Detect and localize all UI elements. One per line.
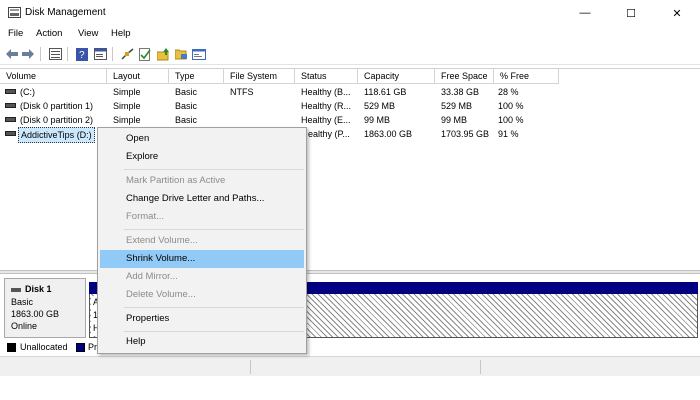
legend-unallocated-label: Unallocated (20, 342, 68, 352)
table-row[interactable]: (Disk 0 partition 2) Simple Basic Health… (0, 113, 700, 127)
disk-size: 1863.00 GB (11, 309, 60, 319)
column-header-layout[interactable]: Layout (107, 69, 169, 84)
cell-volume: AddictiveTips (D:) (18, 127, 95, 143)
volume-icon (5, 103, 16, 108)
cell-layout: Simple (113, 101, 141, 111)
cell-status: ealthy (P... (308, 129, 350, 139)
cell-capacity: 529 MB (364, 101, 396, 111)
cell-status: Healthy (B... (301, 87, 351, 97)
title-bar: Disk Management — ☐ ✕ (0, 0, 700, 26)
legend-primary-swatch (76, 343, 85, 352)
cell-type: Basic (175, 87, 198, 97)
check-icon[interactable] (137, 46, 153, 62)
cell-layout: Simple (113, 115, 141, 125)
menu-item-format: Format... (126, 211, 165, 222)
menu-item-delete-volume: Delete Volume... (126, 289, 196, 300)
disk-management-app-icon (8, 7, 21, 18)
menu-file[interactable]: File (8, 28, 23, 39)
disk-icon (11, 288, 21, 292)
table-row[interactable]: (C:) Simple Basic NTFS Healthy (B... 118… (0, 85, 700, 99)
page-background-below-window (0, 376, 700, 400)
close-button[interactable]: ✕ (654, 0, 700, 26)
legend-primary-label: Pr (88, 342, 97, 352)
disk-type: Basic (11, 297, 34, 307)
toolbar-separator (67, 47, 68, 61)
cell-capacity: 1863.00 GB (364, 129, 413, 139)
volume-icon (5, 89, 16, 94)
menu-item-extend-volume: Extend Volume... (126, 235, 198, 246)
volume-icon (5, 131, 16, 136)
column-header-free-space[interactable]: Free Space (435, 69, 494, 84)
disk-name: Disk 1 (25, 284, 52, 294)
toolbar-separator (112, 47, 113, 61)
help-book-icon[interactable]: ? (74, 46, 90, 62)
cell-percent-free: 28 % (498, 87, 519, 97)
menu-separator (124, 307, 304, 308)
cell-free-space: 33.38 GB (441, 87, 480, 97)
maximize-button[interactable]: ☐ (608, 0, 654, 26)
menu-item-mark-partition-active: Mark Partition as Active (126, 175, 226, 186)
window-icon[interactable] (191, 46, 207, 62)
window-title: Disk Management (25, 7, 106, 18)
toolbar-separator (40, 47, 41, 61)
properties-icon[interactable] (92, 46, 108, 62)
cell-volume: (Disk 0 partition 1) (20, 101, 94, 111)
cell-percent-free: 100 % (498, 101, 524, 111)
menu-action[interactable]: Action (36, 28, 62, 39)
minimize-button[interactable]: — (562, 0, 608, 26)
column-header-capacity[interactable]: Capacity (358, 69, 435, 84)
column-header-file-system[interactable]: File System (224, 69, 295, 84)
menu-item-shrink-volume[interactable]: Shrink Volume... (100, 250, 304, 268)
column-header-volume[interactable]: Volume (0, 69, 107, 84)
folder-open-icon[interactable] (173, 46, 189, 62)
cell-status: Healthy (R... (301, 101, 352, 111)
toolbar: ? (0, 43, 700, 65)
menu-item-properties[interactable]: Properties (100, 310, 304, 328)
connect-icon[interactable] (119, 46, 135, 62)
cell-volume: (C:) (20, 87, 35, 97)
disk-state: Online (11, 321, 38, 331)
status-separator (480, 360, 481, 374)
column-header-percent-free[interactable]: % Free (494, 69, 559, 84)
volume-icon (5, 117, 16, 122)
cell-status: Healthy (E... (301, 115, 351, 125)
menu-item-explore[interactable]: Explore (100, 148, 304, 166)
forward-icon[interactable] (20, 46, 36, 62)
menu-separator (124, 169, 304, 170)
cell-free-space: 99 MB (441, 115, 468, 125)
column-header-status[interactable]: Status (295, 69, 358, 84)
cell-capacity: 118.61 GB (364, 87, 407, 97)
column-header-type[interactable]: Type (169, 69, 224, 84)
table-row[interactable]: (Disk 0 partition 1) Simple Basic Health… (0, 99, 700, 113)
cell-percent-free: 100 % (498, 115, 524, 125)
context-menu: Open Explore Mark Partition as Active Ch… (97, 127, 307, 354)
menu-separator (124, 229, 304, 230)
menu-item-open[interactable]: Open (100, 130, 304, 148)
cell-free-space: 1703.95 GB (441, 129, 490, 139)
menu-help[interactable]: Help (111, 28, 131, 39)
svg-text:?: ? (79, 50, 85, 61)
folder-up-icon[interactable] (155, 46, 171, 62)
cell-free-space: 529 MB (441, 101, 473, 111)
cell-type: Basic (175, 115, 198, 125)
cell-percent-free: 91 % (498, 129, 519, 139)
menu-item-change-drive-letter[interactable]: Change Drive Letter and Paths... (100, 190, 304, 208)
menu-item-help[interactable]: Help (100, 333, 304, 351)
disk-info-box[interactable]: Disk 1 Basic 1863.00 GB Online (4, 278, 86, 338)
cell-layout: Simple (113, 87, 141, 97)
back-icon[interactable] (4, 46, 20, 62)
cell-capacity: 99 MB (364, 115, 391, 125)
cell-type: Basic (175, 101, 198, 111)
status-bar (0, 356, 700, 376)
menu-view[interactable]: View (78, 28, 98, 39)
cell-file-system: NTFS (230, 87, 254, 97)
status-separator (250, 360, 251, 374)
menu-separator (124, 331, 304, 332)
legend-unallocated-swatch (7, 343, 16, 352)
menu-bar: File Action View Help (0, 26, 700, 43)
cell-volume: (Disk 0 partition 2) (20, 115, 94, 125)
list-view-icon[interactable] (47, 46, 63, 62)
menu-item-add-mirror: Add Mirror... (126, 271, 178, 282)
